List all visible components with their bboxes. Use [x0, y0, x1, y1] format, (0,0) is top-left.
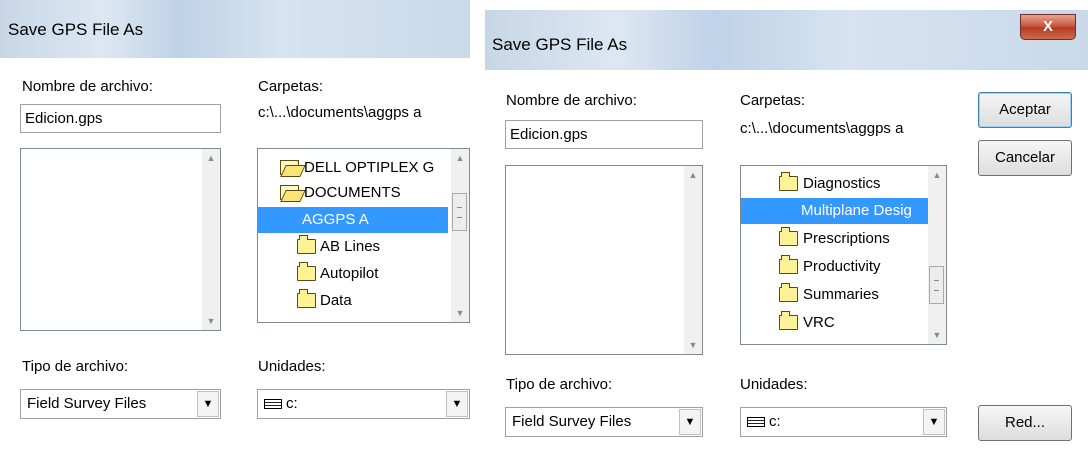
dialog-title: Save GPS File As: [492, 35, 628, 54]
drive-select[interactable]: c: ▼: [257, 389, 470, 419]
current-path: c:\...\documents\aggps a: [740, 120, 904, 137]
file-list[interactable]: ▲ ▼: [505, 165, 703, 355]
filetype-select[interactable]: Field Survey Files ▼: [505, 407, 703, 437]
drives-label: Unidades:: [258, 358, 326, 375]
filetype-select[interactable]: Field Survey Files ▼: [20, 389, 221, 419]
filename-label: Nombre de archivo:: [22, 78, 153, 95]
title-bar[interactable]: Save GPS File As X: [485, 10, 1088, 70]
scroll-thumb[interactable]: [929, 266, 944, 304]
drive-icon: [264, 399, 282, 410]
folder-item[interactable]: Data: [258, 288, 449, 315]
filename-label: Nombre de archivo:: [506, 92, 637, 109]
folder-tree[interactable]: Diagnostics Multiplane Desig Prescriptio…: [740, 165, 947, 345]
folders-label: Carpetas:: [740, 92, 806, 109]
scroll-up-arrow-icon[interactable]: ▲: [928, 170, 946, 180]
scroll-down-arrow-icon[interactable]: ▼: [451, 308, 469, 318]
folder-item[interactable]: AB Lines: [258, 234, 449, 261]
filetype-label: Tipo de archivo:: [506, 376, 613, 393]
open-folder-icon: [280, 185, 299, 200]
folder-item-selected[interactable]: Multiplane Desig: [741, 198, 929, 225]
folder-item[interactable]: Productivity: [741, 254, 926, 281]
title-bar[interactable]: Save GPS File As: [0, 0, 470, 58]
scroll-down-arrow-icon[interactable]: ▼: [202, 316, 220, 326]
dialog-title: Save GPS File As: [8, 20, 144, 39]
folder-icon: [779, 255, 798, 274]
drive-icon: [747, 417, 765, 428]
folder-icon: [779, 311, 798, 330]
folder-icon: [297, 289, 316, 308]
folder-item-selected[interactable]: AGGPS A: [258, 207, 449, 234]
folder-item[interactable]: DELL OPTIPLEX G: [258, 155, 449, 182]
scroll-up-arrow-icon[interactable]: ▲: [202, 153, 220, 163]
filetype-label: Tipo de archivo:: [22, 358, 129, 375]
scroll-up-arrow-icon[interactable]: ▲: [451, 153, 469, 163]
drive-select[interactable]: c: ▼: [740, 407, 947, 437]
dropdown-arrow-icon[interactable]: ▼: [923, 409, 945, 435]
dropdown-arrow-icon[interactable]: ▼: [197, 391, 219, 417]
folder-icon: [297, 262, 316, 281]
folder-item[interactable]: VRC: [741, 310, 926, 337]
folder-icon: [779, 227, 798, 246]
filename-input[interactable]: Edicion.gps: [505, 120, 703, 149]
save-dialog-right: Save GPS File As X Nombre de archivo: Ed…: [485, 0, 1088, 459]
file-list[interactable]: ▲ ▼: [20, 148, 221, 331]
network-button[interactable]: Red...: [978, 405, 1072, 441]
folder-icon: [297, 235, 316, 254]
dropdown-arrow-icon[interactable]: ▼: [679, 409, 701, 435]
scroll-down-arrow-icon[interactable]: ▼: [684, 340, 702, 350]
close-icon: X: [1042, 18, 1053, 35]
dropdown-arrow-icon[interactable]: ▼: [446, 391, 468, 417]
folder-tree-scrollbar[interactable]: ▲ ▼: [451, 149, 469, 322]
folder-item[interactable]: Prescriptions: [741, 226, 926, 253]
folder-tree-scrollbar[interactable]: ▲ ▼: [928, 166, 946, 344]
folder-icon: [779, 172, 798, 191]
folder-item[interactable]: Diagnostics: [741, 171, 926, 198]
folders-label: Carpetas:: [258, 78, 324, 95]
scroll-up-arrow-icon[interactable]: ▲: [684, 170, 702, 180]
close-button[interactable]: X: [1020, 14, 1076, 40]
folder-item[interactable]: Autopilot: [258, 261, 449, 288]
scroll-down-arrow-icon[interactable]: ▼: [928, 330, 946, 340]
file-list-scrollbar[interactable]: ▲ ▼: [202, 149, 220, 330]
open-folder-icon: [280, 160, 299, 175]
filename-input[interactable]: Edicion.gps: [20, 104, 221, 133]
folder-icon: [779, 283, 798, 302]
accept-button[interactable]: Aceptar: [978, 92, 1072, 128]
save-dialog-left: Save GPS File As Nombre de archivo: Edic…: [0, 0, 470, 459]
folder-item[interactable]: DOCUMENTS: [258, 180, 449, 207]
scroll-thumb[interactable]: [452, 193, 467, 231]
folder-tree[interactable]: DELL OPTIPLEX G DOCUMENTS AGGPS A AB Lin…: [257, 148, 470, 323]
cancel-button[interactable]: Cancelar: [978, 140, 1072, 176]
drives-label: Unidades:: [740, 376, 808, 393]
current-path: c:\...\documents\aggps a: [258, 104, 422, 121]
file-list-scrollbar[interactable]: ▲ ▼: [684, 166, 702, 354]
folder-item[interactable]: Summaries: [741, 282, 926, 309]
